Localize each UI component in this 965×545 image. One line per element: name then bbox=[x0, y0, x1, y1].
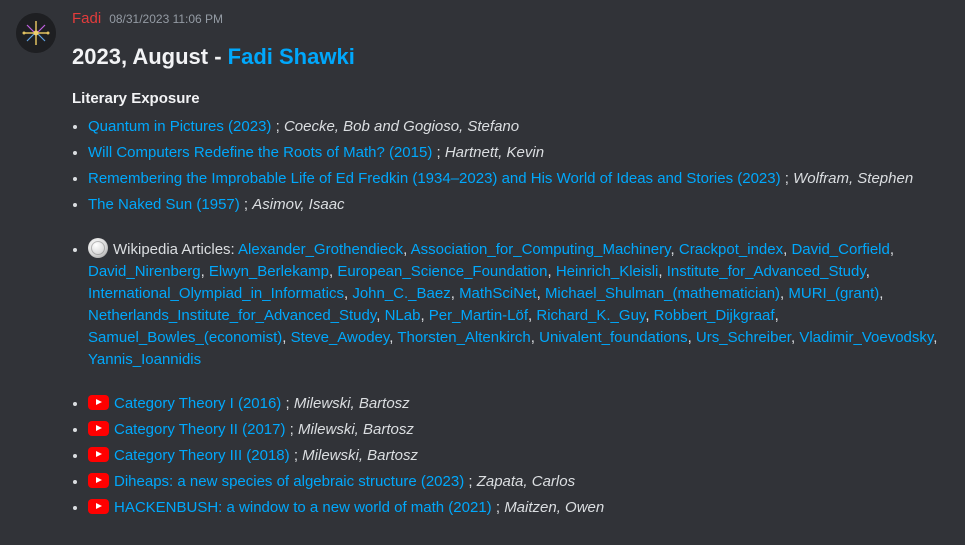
wikipedia-article-link[interactable]: Thorsten_Altenkirch bbox=[397, 329, 530, 346]
message-header: Fadi 08/31/2023 11:06 PM bbox=[72, 10, 952, 32]
wikipedia-article-link[interactable]: Vladimir_Voevodsky bbox=[799, 329, 933, 346]
separator: ; bbox=[289, 447, 303, 464]
wikipedia-item: Wikipedia Articles: Alexander_Grothendie… bbox=[88, 238, 952, 371]
wikipedia-article-link[interactable]: Per_Martin-Löf bbox=[429, 307, 528, 324]
youtube-icon bbox=[88, 421, 109, 436]
author-name: Asimov, Isaac bbox=[252, 196, 345, 213]
wikipedia-list: Wikipedia Articles: Alexander_Grothendie… bbox=[72, 238, 952, 371]
wikipedia-article-link[interactable]: Institute_for_Advanced_Study bbox=[667, 263, 866, 280]
separator: ; bbox=[239, 196, 253, 213]
username[interactable]: Fadi bbox=[72, 10, 101, 27]
literary-link[interactable]: The Naked Sun (1957) bbox=[88, 196, 240, 213]
video-link[interactable]: Category Theory III (2018) bbox=[114, 447, 290, 464]
section-heading: Literary Exposure bbox=[72, 90, 200, 107]
separator: ; bbox=[464, 473, 477, 490]
avatar[interactable] bbox=[16, 13, 56, 53]
separator: ; bbox=[281, 395, 294, 412]
timestamp[interactable]: 08/31/2023 11:06 PM bbox=[109, 12, 223, 26]
wikipedia-article-link[interactable]: Robbert_Dijkgraaf bbox=[654, 307, 775, 324]
wikipedia-article-link[interactable]: Alexander_Grothendieck bbox=[238, 241, 403, 258]
wikipedia-article-link[interactable]: Crackpot_index bbox=[679, 241, 783, 258]
video-link[interactable]: HACKENBUSH: a window to a new world of m… bbox=[114, 499, 492, 516]
separator: ; bbox=[271, 118, 284, 135]
wikipedia-article-link[interactable]: MURI_(grant) bbox=[788, 285, 879, 302]
author-name: Milewski, Bartosz bbox=[293, 395, 410, 412]
wikipedia-article-link[interactable]: European_Science_Foundation bbox=[337, 263, 547, 280]
wikipedia-article-link[interactable]: Steve_Awodey bbox=[291, 329, 390, 346]
wikipedia-article-link[interactable]: David_Corfield bbox=[791, 241, 889, 258]
video-item: HACKENBUSH: a window to a new world of m… bbox=[88, 497, 952, 519]
separator: ; bbox=[432, 144, 445, 161]
wikipedia-article-link[interactable]: Urs_Schreiber bbox=[696, 329, 791, 346]
message-content: Fadi 08/31/2023 11:06 PM 2023, August - … bbox=[72, 10, 952, 523]
avatar-logo-icon bbox=[16, 13, 56, 53]
youtube-icon bbox=[88, 499, 109, 514]
message-title: 2023, August - Fadi Shawki bbox=[72, 43, 952, 71]
video-link[interactable]: Diheaps: a new species of algebraic stru… bbox=[114, 473, 464, 490]
wikipedia-article-link[interactable]: Richard_K._Guy bbox=[536, 307, 645, 324]
video-item: Category Theory III (2018) ; Milewski, B… bbox=[88, 445, 952, 467]
wikipedia-article-link[interactable]: Samuel_Bowles_(economist) bbox=[88, 329, 282, 346]
author-name: Milewski, Bartosz bbox=[302, 447, 419, 464]
wikipedia-article-link[interactable]: NLab bbox=[385, 307, 421, 324]
video-item: Diheaps: a new species of algebraic stru… bbox=[88, 471, 952, 493]
author-name: Maitzen, Owen bbox=[504, 499, 605, 516]
title-prefix: 2023, August - bbox=[72, 44, 228, 69]
video-link[interactable]: Category Theory I (2016) bbox=[114, 395, 281, 412]
author-name: Milewski, Bartosz bbox=[298, 421, 414, 438]
literary-item: Remembering the Improbable Life of Ed Fr… bbox=[88, 168, 952, 190]
wikipedia-article-link[interactable]: Michael_Shulman_(mathematician) bbox=[545, 285, 780, 302]
literary-link[interactable]: Will Computers Redefine the Roots of Mat… bbox=[88, 144, 432, 161]
title-author-link[interactable]: Fadi Shawki bbox=[228, 44, 355, 69]
wikipedia-article-link[interactable]: Netherlands_Institute_for_Advanced_Study bbox=[88, 307, 376, 324]
literary-list: Quantum in Pictures (2023) ; Coecke, Bob… bbox=[72, 116, 952, 216]
wikipedia-links: Alexander_Grothendieck, Association_for_… bbox=[88, 241, 938, 368]
author-name: Wolfram, Stephen bbox=[793, 170, 914, 187]
wikipedia-article-link[interactable]: Elwyn_Berlekamp bbox=[209, 263, 329, 280]
youtube-icon bbox=[88, 473, 109, 488]
wikipedia-article-link[interactable]: Univalent_foundations bbox=[539, 329, 687, 346]
video-link[interactable]: Category Theory II (2017) bbox=[114, 421, 285, 438]
video-item: Category Theory I (2016) ; Milewski, Bar… bbox=[88, 393, 952, 415]
literary-link[interactable]: Remembering the Improbable Life of Ed Fr… bbox=[88, 170, 781, 187]
wikipedia-article-link[interactable]: International_Olympiad_in_Informatics bbox=[88, 285, 344, 302]
youtube-icon bbox=[88, 447, 109, 462]
wikipedia-article-link[interactable]: Yannis_Ioannidis bbox=[88, 351, 201, 368]
literary-link[interactable]: Quantum in Pictures (2023) bbox=[88, 118, 271, 135]
author-name: Hartnett, Kevin bbox=[444, 144, 545, 161]
wikipedia-globe-icon bbox=[88, 238, 108, 258]
literary-item: Quantum in Pictures (2023) ; Coecke, Bob… bbox=[88, 116, 952, 138]
separator: ; bbox=[285, 421, 298, 438]
literary-item: Will Computers Redefine the Roots of Mat… bbox=[88, 142, 952, 164]
video-list: Category Theory I (2016) ; Milewski, Bar… bbox=[72, 393, 952, 519]
video-item: Category Theory II (2017) ; Milewski, Ba… bbox=[88, 419, 952, 441]
separator: ; bbox=[491, 499, 505, 516]
wikipedia-label: Wikipedia Articles: bbox=[113, 241, 239, 258]
literary-item: The Naked Sun (1957) ; Asimov, Isaac bbox=[88, 194, 952, 216]
wikipedia-article-link[interactable]: John_C._Baez bbox=[352, 285, 450, 302]
wikipedia-article-link[interactable]: Heinrich_Kleisli bbox=[556, 263, 659, 280]
wikipedia-article-link[interactable]: Association_for_Computing_Machinery bbox=[411, 241, 671, 258]
wikipedia-article-link[interactable]: MathSciNet bbox=[459, 285, 537, 302]
separator: ; bbox=[780, 170, 794, 187]
author-name: Coecke, Bob and Gogioso, Stefano bbox=[283, 118, 520, 135]
youtube-icon bbox=[88, 395, 109, 410]
wikipedia-article-link[interactable]: David_Nirenberg bbox=[88, 263, 201, 280]
author-name: Zapata, Carlos bbox=[476, 473, 576, 490]
